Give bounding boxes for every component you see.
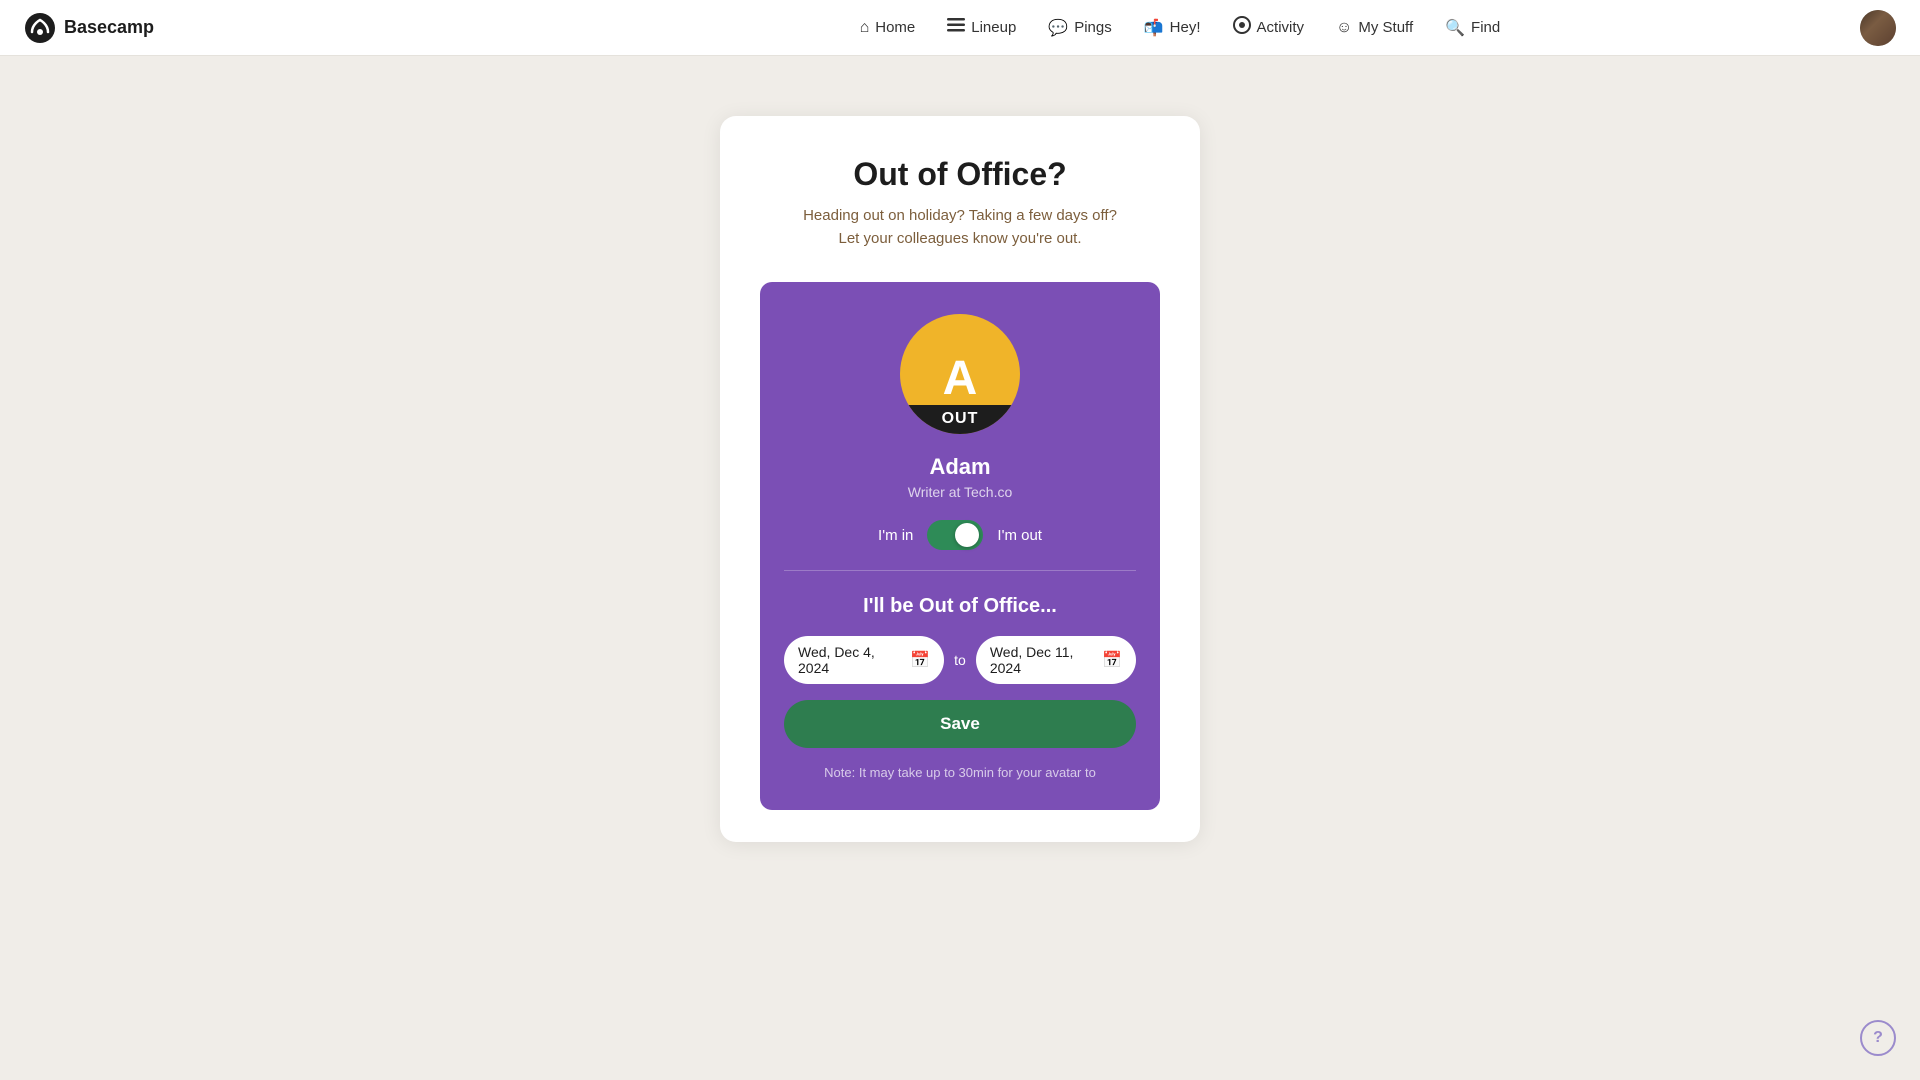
activity-icon <box>1233 16 1251 39</box>
start-date-input[interactable]: Wed, Dec 4, 2024 📅 <box>784 636 944 684</box>
nav-hey-label: Hey! <box>1170 19 1201 36</box>
nav-pings-label: Pings <box>1074 19 1112 36</box>
save-button[interactable]: Save <box>784 700 1136 748</box>
end-date-value: Wed, Dec 11, 2024 <box>990 644 1094 676</box>
nav-pings[interactable]: 💬 Pings <box>1034 12 1125 44</box>
lineup-icon <box>947 18 965 37</box>
nav-activity[interactable]: Activity <box>1219 10 1319 45</box>
help-button[interactable]: ? <box>1860 1020 1896 1056</box>
avatar-container: A OUT <box>900 314 1020 434</box>
avatar-initial: A <box>943 355 978 403</box>
logo[interactable]: Basecamp <box>24 12 154 44</box>
to-label: to <box>954 652 966 668</box>
hey-icon: 📬 <box>1144 18 1164 38</box>
nav-mystuff[interactable]: ☺ My Stuff <box>1322 13 1427 43</box>
nav-lineup[interactable]: Lineup <box>933 12 1030 43</box>
purple-section: A OUT Adam Writer at Tech.co I'm in I'm … <box>760 282 1160 810</box>
toggle-out-label: I'm out <box>997 527 1042 544</box>
toggle-slider <box>927 520 983 550</box>
find-icon: 🔍 <box>1445 18 1465 38</box>
nav-find[interactable]: 🔍 Find <box>1431 12 1514 44</box>
date-row: Wed, Dec 4, 2024 📅 to Wed, Dec 11, 2024 … <box>784 636 1136 684</box>
nav-lineup-label: Lineup <box>971 19 1016 36</box>
logo-text: Basecamp <box>64 17 154 38</box>
mystuff-icon: ☺ <box>1336 19 1352 37</box>
pings-icon: 💬 <box>1048 18 1068 38</box>
nav-home-label: Home <box>875 19 915 36</box>
nav-links: ⌂ Home Lineup 💬 Pings 📬 Hey! <box>846 10 1515 45</box>
toggle-in-label: I'm in <box>878 527 913 544</box>
main-content: Out of Office? Heading out on holiday? T… <box>0 56 1920 842</box>
ooo-card: Out of Office? Heading out on holiday? T… <box>720 116 1200 842</box>
section-divider <box>784 570 1136 571</box>
nav-find-label: Find <box>1471 19 1500 36</box>
card-title: Out of Office? <box>760 156 1160 193</box>
status-toggle[interactable] <box>927 520 983 550</box>
end-date-calendar-icon: 📅 <box>1102 650 1122 670</box>
avatar: A OUT <box>900 314 1020 434</box>
nav-activity-label: Activity <box>1257 19 1305 36</box>
user-avatar[interactable] <box>1860 10 1896 46</box>
card-subtitle-line1: Heading out on holiday? Taking a few day… <box>803 207 1117 224</box>
nav-home[interactable]: ⌂ Home <box>846 13 930 43</box>
avatar-out-badge: OUT <box>900 405 1020 434</box>
top-nav: Basecamp ⌂ Home Lineup 💬 Pings 📬 Hey! <box>0 0 1920 56</box>
card-subtitle-line2: Let your colleagues know you're out. <box>838 230 1081 247</box>
card-subtitle: Heading out on holiday? Taking a few day… <box>760 205 1160 250</box>
card-header: Out of Office? Heading out on holiday? T… <box>760 156 1160 250</box>
toggle-row: I'm in I'm out <box>878 520 1042 550</box>
ooo-title: I'll be Out of Office... <box>863 595 1057 618</box>
nav-mystuff-label: My Stuff <box>1358 19 1413 36</box>
note-text: Note: It may take up to 30min for your a… <box>824 764 1096 782</box>
user-name: Adam <box>929 454 990 480</box>
home-icon: ⌂ <box>860 19 870 37</box>
end-date-input[interactable]: Wed, Dec 11, 2024 📅 <box>976 636 1136 684</box>
user-role: Writer at Tech.co <box>908 484 1013 500</box>
nav-hey[interactable]: 📬 Hey! <box>1130 12 1215 44</box>
start-date-calendar-icon: 📅 <box>910 650 930 670</box>
start-date-value: Wed, Dec 4, 2024 <box>798 644 902 676</box>
